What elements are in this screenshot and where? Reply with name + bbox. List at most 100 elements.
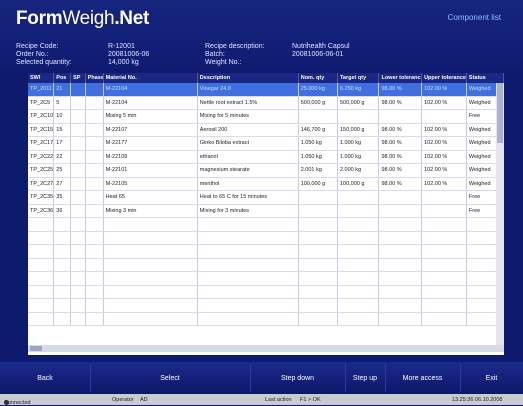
cell-lower-tolerance [378, 109, 423, 124]
app-logo: FormWeigh.Net [16, 8, 150, 29]
cell-pos: 36 [53, 204, 72, 218]
empty-cell [197, 244, 299, 259]
cell-pos: 35 [53, 190, 72, 205]
empty-cell [28, 312, 55, 326]
col-header-pos[interactable]: Pos [53, 73, 72, 83]
cell-swi: TP_2C22 [28, 150, 55, 164]
empty-cell [298, 271, 338, 286]
cell-swi: TP_2C25 [28, 163, 55, 178]
cell-nominal-qty: 500,000 g [298, 96, 338, 110]
cell-nominal-qty: 25.000 kg [298, 83, 338, 97]
cell-phase [85, 96, 104, 110]
recipe-description-value: Nutrihealth Capsul [292, 43, 350, 50]
table-row[interactable]: TP_2C10 10 Mixing 5 min Mixing for 5 minute… [28, 109, 504, 124]
table-row[interactable]: TP_2C17 17 M-22177 Ginko Biloba extract 1.05… [28, 136, 504, 151]
back-button[interactable]: Back [0, 364, 91, 392]
empty-cell [197, 285, 299, 299]
cell-sp [70, 136, 86, 151]
empty-cell [421, 298, 467, 313]
table-row[interactable]: TP_2C36 36 Mixing 3 min Mixing for 3 minute… [28, 204, 504, 218]
empty-cell [298, 231, 338, 245]
cell-upper-tolerance [421, 109, 467, 124]
empty-cell [337, 258, 380, 272]
vertical-scrollbar[interactable] [496, 83, 504, 345]
empty-cell [298, 244, 338, 259]
empty-cell [337, 312, 380, 326]
cell-pos: 5 [53, 96, 72, 110]
table-row[interactable]: TP_2C15 15 M-22107 Aerosil 200 146,700 g 150,… [28, 123, 504, 137]
col-header-description[interactable]: Description [197, 73, 299, 83]
empty-cell [337, 231, 380, 245]
col-header-nominal-qty[interactable]: Nom. qty [298, 73, 338, 83]
empty-cell [103, 312, 198, 326]
empty-cell [70, 258, 86, 272]
col-header-upper-tolerance[interactable]: Upper tolerance [421, 73, 467, 83]
cell-target-qty: 500,000 g [337, 96, 380, 110]
empty-cell [28, 285, 55, 299]
step-down-button[interactable]: Step down [250, 364, 346, 392]
cell-lower-tolerance [378, 204, 423, 218]
empty-cell [85, 312, 104, 326]
empty-table-row [28, 312, 504, 326]
cell-lower-tolerance: 98.00 % [378, 163, 423, 178]
col-header-lower-tolerance[interactable]: Lower tolerance [378, 73, 423, 83]
table-row[interactable]: TP_2C35 35 Heat 65 Heat to 65 C for 15 minu… [28, 190, 504, 205]
table-row[interactable]: TP_2C25 25 M-22101 magnesium stearate 2.001 … [28, 163, 504, 178]
empty-cell [28, 298, 55, 313]
empty-cell [378, 231, 423, 245]
empty-cell [298, 217, 338, 232]
cell-description: Nettle root extract 1.5% [197, 96, 299, 110]
cell-description: Vinegar 24.0 [197, 83, 299, 97]
table-row[interactable]: TP_2C22 22 M-22109 ethanol 1.050 kg 1.000 kg 9… [28, 150, 504, 164]
col-header-target-qty[interactable]: Target qty [337, 73, 380, 83]
empty-cell [85, 285, 104, 299]
col-header-phase[interactable]: Phase [85, 73, 104, 83]
cell-pos: 17 [53, 136, 72, 151]
cell-material: M-22105 [103, 177, 198, 191]
cell-nominal-qty: 146,700 g [298, 123, 338, 137]
cell-pos: 27 [53, 177, 72, 191]
cell-target-qty: 1.000 kg [337, 150, 380, 164]
recipe-left-values: R-12001 20081006-06 14,000 kg [108, 43, 149, 67]
cell-sp [70, 123, 86, 137]
cell-pos: 25 [53, 163, 72, 178]
cell-target-qty: 1.000 kg [337, 136, 380, 151]
empty-cell [53, 298, 72, 313]
table-row[interactable]: TP_2011 21 M-22104 Vinegar 24.0 25.000 kg 6.2… [28, 83, 504, 97]
step-up-button[interactable]: Step up [345, 364, 386, 392]
empty-cell [103, 298, 198, 313]
empty-cell [103, 231, 198, 245]
empty-cell [103, 271, 198, 286]
status-datetime: 13:25:36 06.10.2008 [452, 396, 503, 403]
table-row[interactable]: TP_2C27 27 M-22105 menthol 100,000 g 100,000 … [28, 177, 504, 191]
col-header-material[interactable]: Material No. [103, 73, 198, 83]
cell-phase [85, 136, 104, 151]
cell-pos: 15 [53, 123, 72, 137]
col-header-sp[interactable]: SP [70, 73, 86, 83]
empty-cell [378, 258, 423, 272]
empty-cell [421, 312, 467, 326]
recipe-right-labels: Recipe description: Batch: Weight No.: [205, 43, 265, 67]
operator-value: AD [140, 396, 148, 403]
cell-description: Ginko Biloba extract [197, 136, 299, 151]
horizontal-scroll-thumb[interactable] [30, 346, 42, 351]
exit-button[interactable]: Exit [460, 364, 523, 392]
batch-value: 20081006-06-01 [292, 51, 344, 58]
empty-cell [85, 231, 104, 245]
select-button[interactable]: Select [90, 364, 251, 392]
table-row[interactable]: TP_2C5 5 M-22104 Nettle root extract 1.5% 50… [28, 96, 504, 110]
cell-material: M-22101 [103, 163, 198, 178]
col-header-status[interactable]: Status [466, 73, 504, 83]
empty-cell [53, 231, 72, 245]
empty-table-row [28, 285, 504, 299]
cell-nominal-qty: 2.001 kg [298, 163, 338, 178]
vertical-scroll-thumb[interactable] [497, 83, 503, 143]
cell-lower-tolerance: 98.00 % [378, 96, 423, 110]
col-header-swi[interactable]: SWI [28, 73, 55, 83]
empty-cell [85, 298, 104, 313]
horizontal-scrollbar[interactable] [28, 345, 504, 352]
cell-description: Heat to 65 C for 15 minutes [197, 190, 299, 205]
empty-cell [85, 258, 104, 272]
more-access-button[interactable]: More access [385, 364, 461, 392]
empty-cell [298, 285, 338, 299]
